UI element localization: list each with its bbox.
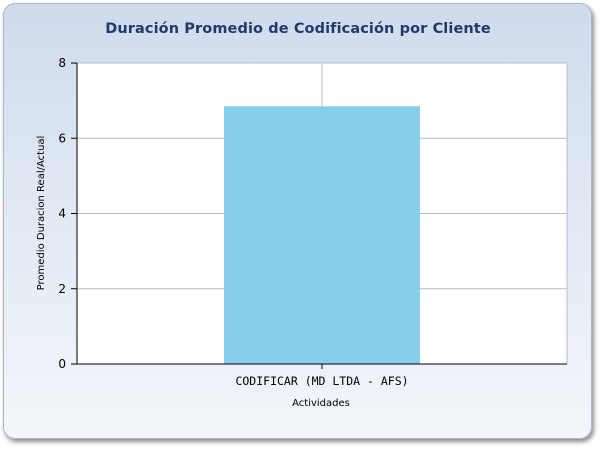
- x-axis-label: Actividades: [292, 398, 350, 409]
- x-tick-labels: CODIFICAR (MD LTDA - AFS): [235, 374, 408, 388]
- y-tick-label: 2: [58, 282, 66, 296]
- x-tick-label: CODIFICAR (MD LTDA - AFS): [235, 374, 408, 388]
- y-tick-label: 6: [58, 131, 66, 145]
- bars: [224, 106, 420, 365]
- bar-0: [224, 106, 420, 365]
- y-tick-labels: 0 2 4 6 8: [58, 56, 66, 371]
- y-axis-label: Promedio Duracion Real/Actual: [36, 136, 47, 291]
- y-tick-label: 4: [58, 207, 66, 221]
- y-tick-label: 8: [58, 56, 66, 70]
- y-tick-label: 0: [58, 357, 66, 371]
- bar-chart: 0 2 4 6 8 CODIFICAR (MD LTDA - AFS) Activida…: [36, 56, 568, 409]
